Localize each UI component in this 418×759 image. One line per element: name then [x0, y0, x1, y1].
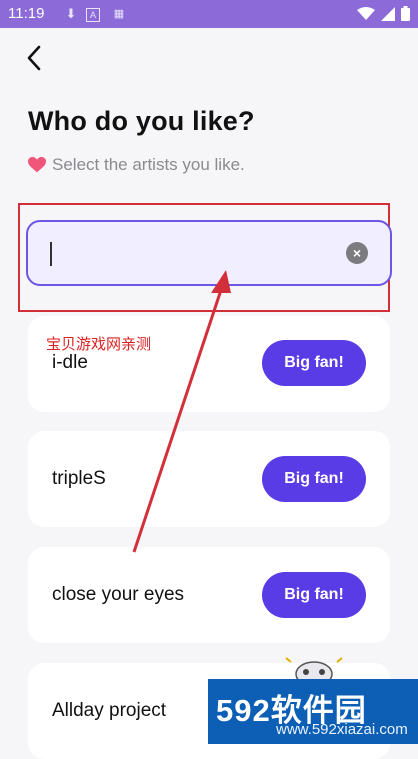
big-fan-button[interactable]: Big fan!	[262, 456, 366, 502]
status-time: 11:19	[8, 5, 45, 22]
a-badge-icon: A	[86, 8, 100, 22]
artist-name: close your eyes	[52, 584, 185, 605]
site-watermark-url: www.592xiazai.com	[276, 721, 408, 738]
big-fan-button[interactable]: Big fan!	[262, 340, 366, 386]
back-chevron-icon[interactable]	[24, 44, 46, 72]
keyboard-icon: ▦	[113, 8, 125, 20]
search-field[interactable]: ×	[26, 220, 392, 286]
battery-icon	[401, 6, 410, 21]
clear-icon[interactable]: ×	[346, 242, 368, 264]
text-caret	[50, 242, 52, 266]
subtitle-text: Select the artists you like.	[52, 155, 245, 174]
artist-card: tripleS Big fan!	[28, 431, 390, 527]
artist-name: i-dle	[52, 352, 88, 373]
signal-icon	[381, 6, 395, 21]
page-title: Who do you like?	[28, 106, 255, 136]
watermark-note: 宝贝游戏网亲测	[46, 336, 152, 353]
site-watermark-logo: 592软件园 www.592xiazai.com	[208, 679, 418, 744]
artist-card: close your eyes Big fan!	[28, 547, 390, 643]
status-right-icons	[357, 6, 410, 21]
artist-card: i-dle Big fan!	[28, 316, 390, 412]
artist-name: Allday project	[52, 700, 167, 721]
status-bar: 11:19 ⬇ A ▦	[0, 0, 418, 28]
heart-icon	[28, 156, 46, 173]
search-input[interactable]	[50, 239, 334, 269]
artist-name: tripleS	[52, 468, 106, 489]
page-subtitle: Select the artists you like.	[28, 155, 245, 175]
wifi-icon	[357, 6, 375, 20]
big-fan-button[interactable]: Big fan!	[262, 572, 366, 618]
download-icon: ⬇	[65, 6, 77, 21]
